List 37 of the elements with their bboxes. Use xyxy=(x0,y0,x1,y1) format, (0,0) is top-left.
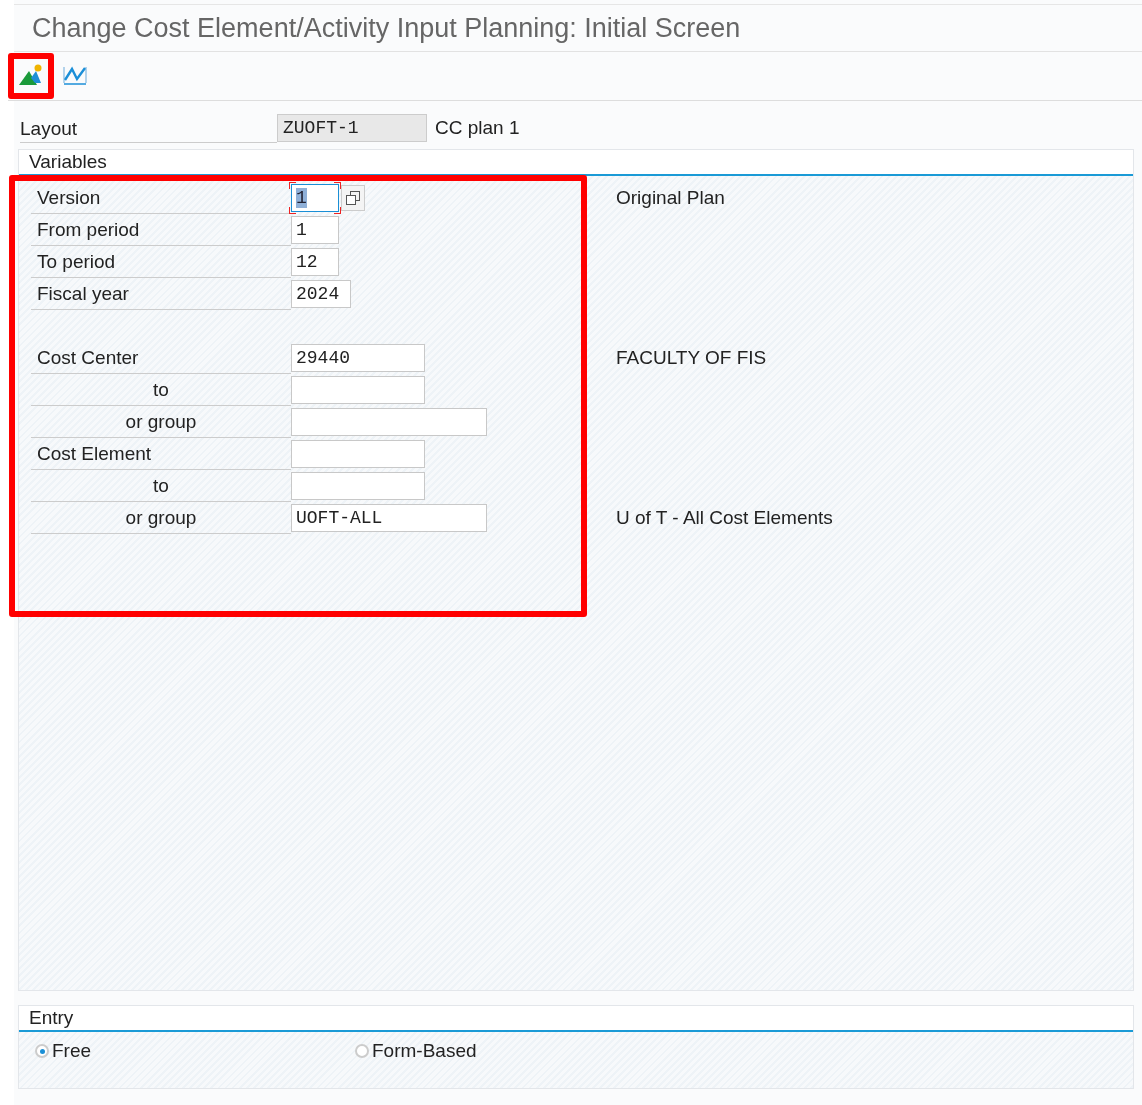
input-field[interactable]: UOFT-ALL xyxy=(291,504,487,532)
input-field[interactable] xyxy=(291,440,425,468)
group-title: Entry xyxy=(19,1006,1133,1032)
field-description: Original Plan xyxy=(616,187,725,209)
field-label: Layout xyxy=(20,113,277,143)
landscape-icon xyxy=(18,63,44,87)
field-label: to xyxy=(31,374,291,406)
group-title: Variables xyxy=(19,150,1133,176)
field-label: Version xyxy=(31,182,291,214)
input-field[interactable]: 1 xyxy=(291,184,339,212)
radio-option[interactable]: Free xyxy=(35,1040,355,1062)
toolbar-button[interactable] xyxy=(8,53,54,99)
field-label: to xyxy=(31,470,291,502)
field-label: or group xyxy=(31,502,291,534)
field-label: or group xyxy=(31,406,291,438)
input-field[interactable]: 12 xyxy=(291,248,339,276)
field-label: Cost Center xyxy=(31,342,291,374)
layout-field: ZUOFT-1 xyxy=(277,114,427,142)
field-description: FACULTY OF FIS xyxy=(616,347,767,369)
input-field[interactable] xyxy=(291,408,487,436)
layout-description: CC plan 1 xyxy=(435,117,520,139)
field-description: U of T - All Cost Elements xyxy=(616,507,833,529)
field-label: Fiscal year xyxy=(31,278,291,310)
field-label: From period xyxy=(31,214,291,246)
input-field[interactable]: 2024 xyxy=(291,280,351,308)
input-field[interactable]: 29440 xyxy=(291,344,425,372)
copy-icon xyxy=(346,191,360,205)
radio-button[interactable] xyxy=(355,1044,369,1058)
field-label: Cost Element xyxy=(31,438,291,470)
input-field[interactable] xyxy=(291,472,425,500)
radio-option[interactable]: Form-Based xyxy=(355,1040,675,1062)
value-help-button[interactable] xyxy=(341,185,365,211)
field-label: To period xyxy=(31,246,291,278)
input-field[interactable] xyxy=(291,376,425,404)
input-field[interactable]: 1 xyxy=(291,216,339,244)
radio-button[interactable] xyxy=(35,1044,49,1058)
window-title: Change Cost Element/Activity Input Planning: Initial Screen xyxy=(32,12,741,44)
